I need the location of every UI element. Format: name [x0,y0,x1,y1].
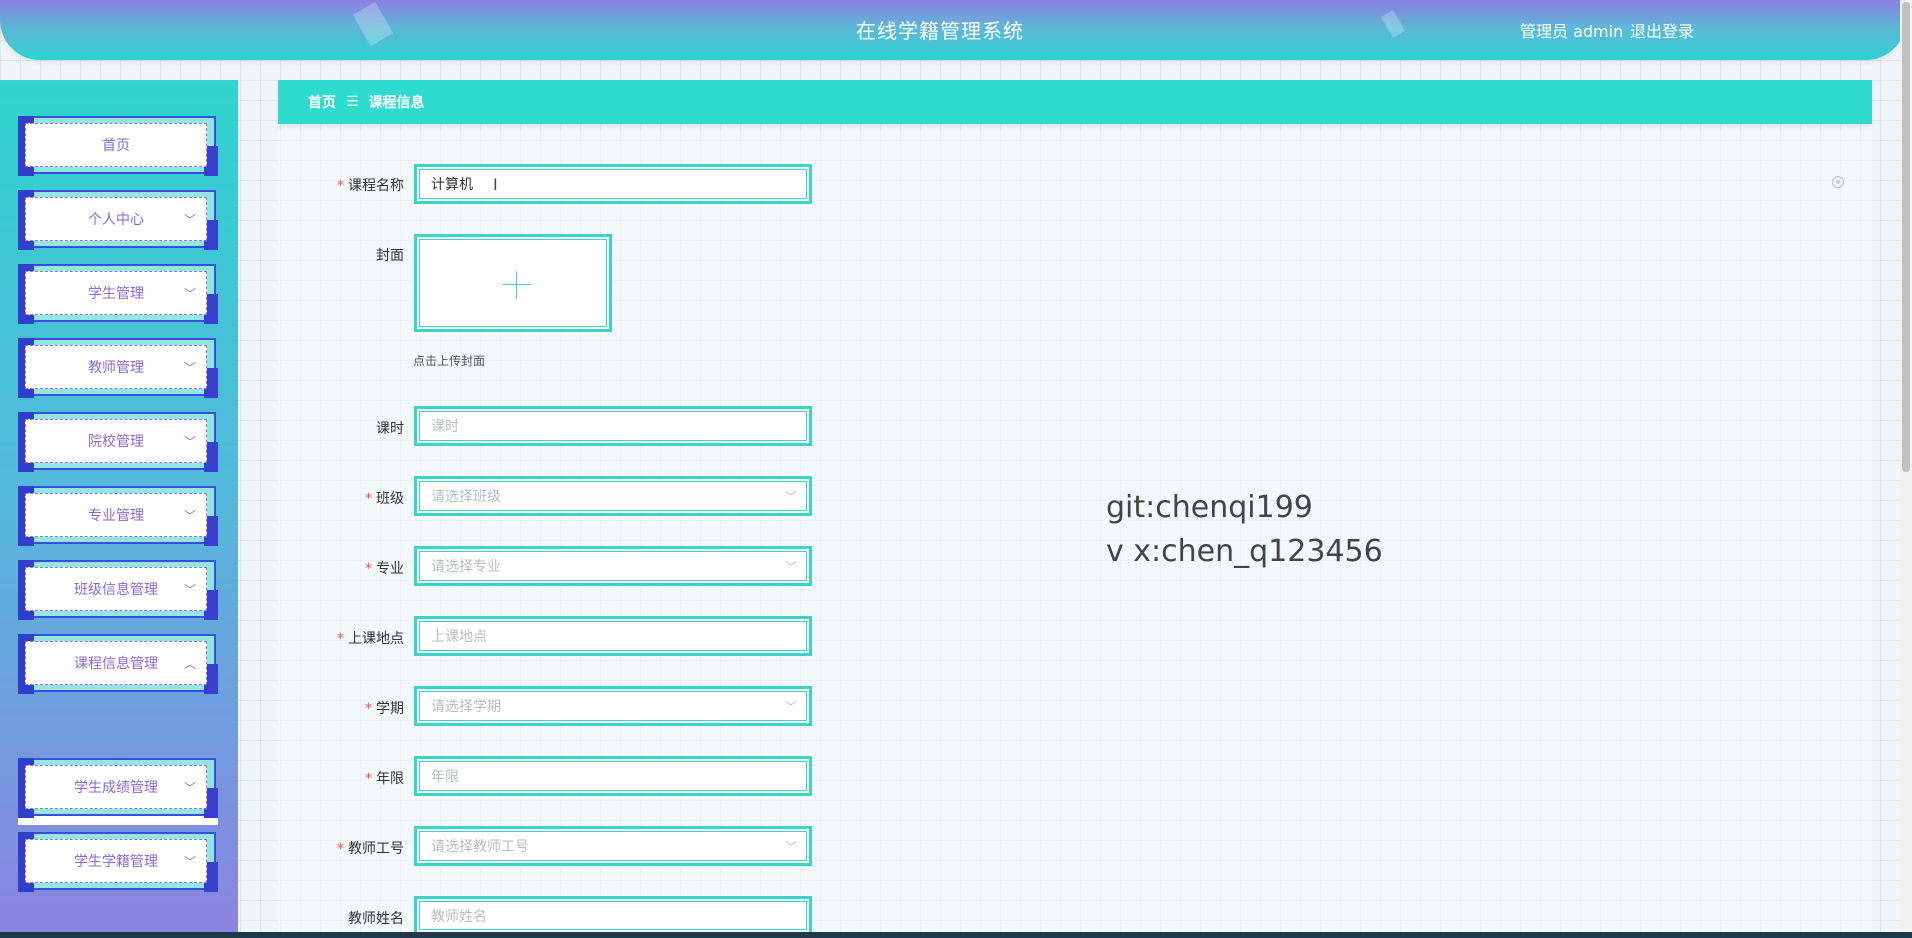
chevron-down-icon: ﹀ [183,583,196,597]
location-label: * 上课地点 [337,631,404,647]
top-header: 在线学籍管理系统 管理员 admin 退出登录 [0,0,1906,60]
required-mark: * [337,841,344,857]
required-mark: * [365,771,372,787]
sidebar-item-label: 首页 [102,138,130,154]
course-name-input[interactable]: 计算机 I [414,164,812,204]
required-mark: * [337,178,344,194]
sidebar-item-teachers[interactable]: 教师管理 ﹀ [18,338,218,398]
class-label: * 班级 [365,491,404,507]
cover-upload-button[interactable] [414,234,612,332]
chevron-down-icon: ﹀ [784,490,797,504]
text-cursor-icon: I [493,174,498,194]
close-circle-icon[interactable] [1832,176,1844,188]
sidebar: 首页 个人中心 ﹀ 学生管理 ﹀ 教师管理 ﹀ 院校管理 ﹀ 专业管理 ﹀ 班级信息管理 ﹀… [0,80,238,938]
teacher-name-label: 教师姓名 [348,911,404,927]
breadcrumb-separator-icon: ☰ [346,94,359,110]
required-mark: * [365,701,372,717]
chevron-down-icon: ﹀ [183,509,196,523]
sidebar-item-label: 学生成绩管理 [74,780,158,796]
major-label: * 专业 [365,561,404,577]
chevron-down-icon: ﹀ [784,840,797,854]
teacher-name-input[interactable]: 教师姓名 [414,896,812,932]
semester-label: * 学期 [365,701,404,717]
hours-input[interactable]: 课时 [414,406,812,446]
chevron-down-icon: ﹀ [183,213,196,227]
hours-label: 课时 [376,421,404,437]
sidebar-item-grades[interactable]: 学生成绩管理 ﹀ [18,758,218,818]
class-select[interactable]: 请选择班级 ﹀ [414,476,812,516]
sidebar-item-label: 学生学籍管理 [74,854,158,870]
chevron-down-icon: ﹀ [183,855,196,869]
cover-label: 封面 [376,248,404,264]
sidebar-item-majors[interactable]: 专业管理 ﹀ [18,486,218,546]
cover-upload-tip: 点击上传封面 [413,354,486,368]
chevron-down-icon: ﹀ [183,361,196,375]
logout-button[interactable]: 退出登录 [1630,18,1694,42]
teacher-id-label: * 教师工号 [337,841,404,857]
semester-select[interactable]: 请选择学期 ﹀ [414,686,812,726]
location-input[interactable]: 上课地点 [414,616,812,656]
breadcrumb-home[interactable]: 首页 [308,92,336,112]
sidebar-item-home[interactable]: 首页 [18,116,218,176]
course-name-value: 计算机 [431,177,473,193]
chevron-up-icon: ︿ [183,657,196,671]
sidebar-item-profile[interactable]: 个人中心 ﹀ [18,190,218,250]
sidebar-item-label: 院校管理 [88,434,144,450]
teacher-id-select[interactable]: 请选择教师工号 ﹀ [414,826,812,866]
sidebar-item-label: 课程信息管理 [74,656,158,672]
current-user: 管理员 admin [1520,22,1624,41]
breadcrumb: 首页 ☰ 课程信息 [278,80,1872,124]
watermark-line-2: v x:chen_q123456 [1106,534,1383,569]
sidebar-item-label: 个人中心 [88,212,144,228]
sidebar-item-enrollment[interactable]: 学生学籍管理 ﹀ [18,832,218,892]
breadcrumb-current: 课程信息 [368,95,425,111]
sidebar-item-label: 专业管理 [88,508,144,524]
sidebar-item-courses[interactable]: 课程信息管理 ︿ [18,634,218,694]
plus-icon [516,271,517,299]
sidebar-item-label: 班级信息管理 [74,582,158,598]
chevron-down-icon: ﹀ [183,435,196,449]
major-select[interactable]: 请选择专业 ﹀ [414,546,812,586]
required-mark: * [337,631,344,647]
required-mark: * [365,491,372,507]
scrollbar-thumb[interactable] [1902,2,1910,472]
sidebar-item-students[interactable]: 学生管理 ﹀ [18,264,218,324]
sidebar-item-label: 教师管理 [88,360,144,376]
years-label: * 年限 [365,771,404,787]
plus-icon [503,284,531,285]
chevron-down-icon: ﹀ [183,287,196,301]
watermark-line-1: git:chenqi199 [1106,490,1313,525]
vertical-scrollbar[interactable] [1900,0,1912,932]
taskbar-strip [0,932,1912,938]
sidebar-item-label: 学生管理 [88,286,144,302]
required-mark: * [365,561,372,577]
course-name-label: * 课程名称 [337,178,404,194]
chevron-down-icon: ﹀ [784,560,797,574]
sidebar-item-colleges[interactable]: 院校管理 ﹀ [18,412,218,472]
sidebar-item-classes[interactable]: 班级信息管理 ﹀ [18,560,218,620]
chevron-down-icon: ﹀ [784,700,797,714]
chevron-down-icon: ﹀ [183,781,196,795]
years-input[interactable]: 年限 [414,756,812,796]
